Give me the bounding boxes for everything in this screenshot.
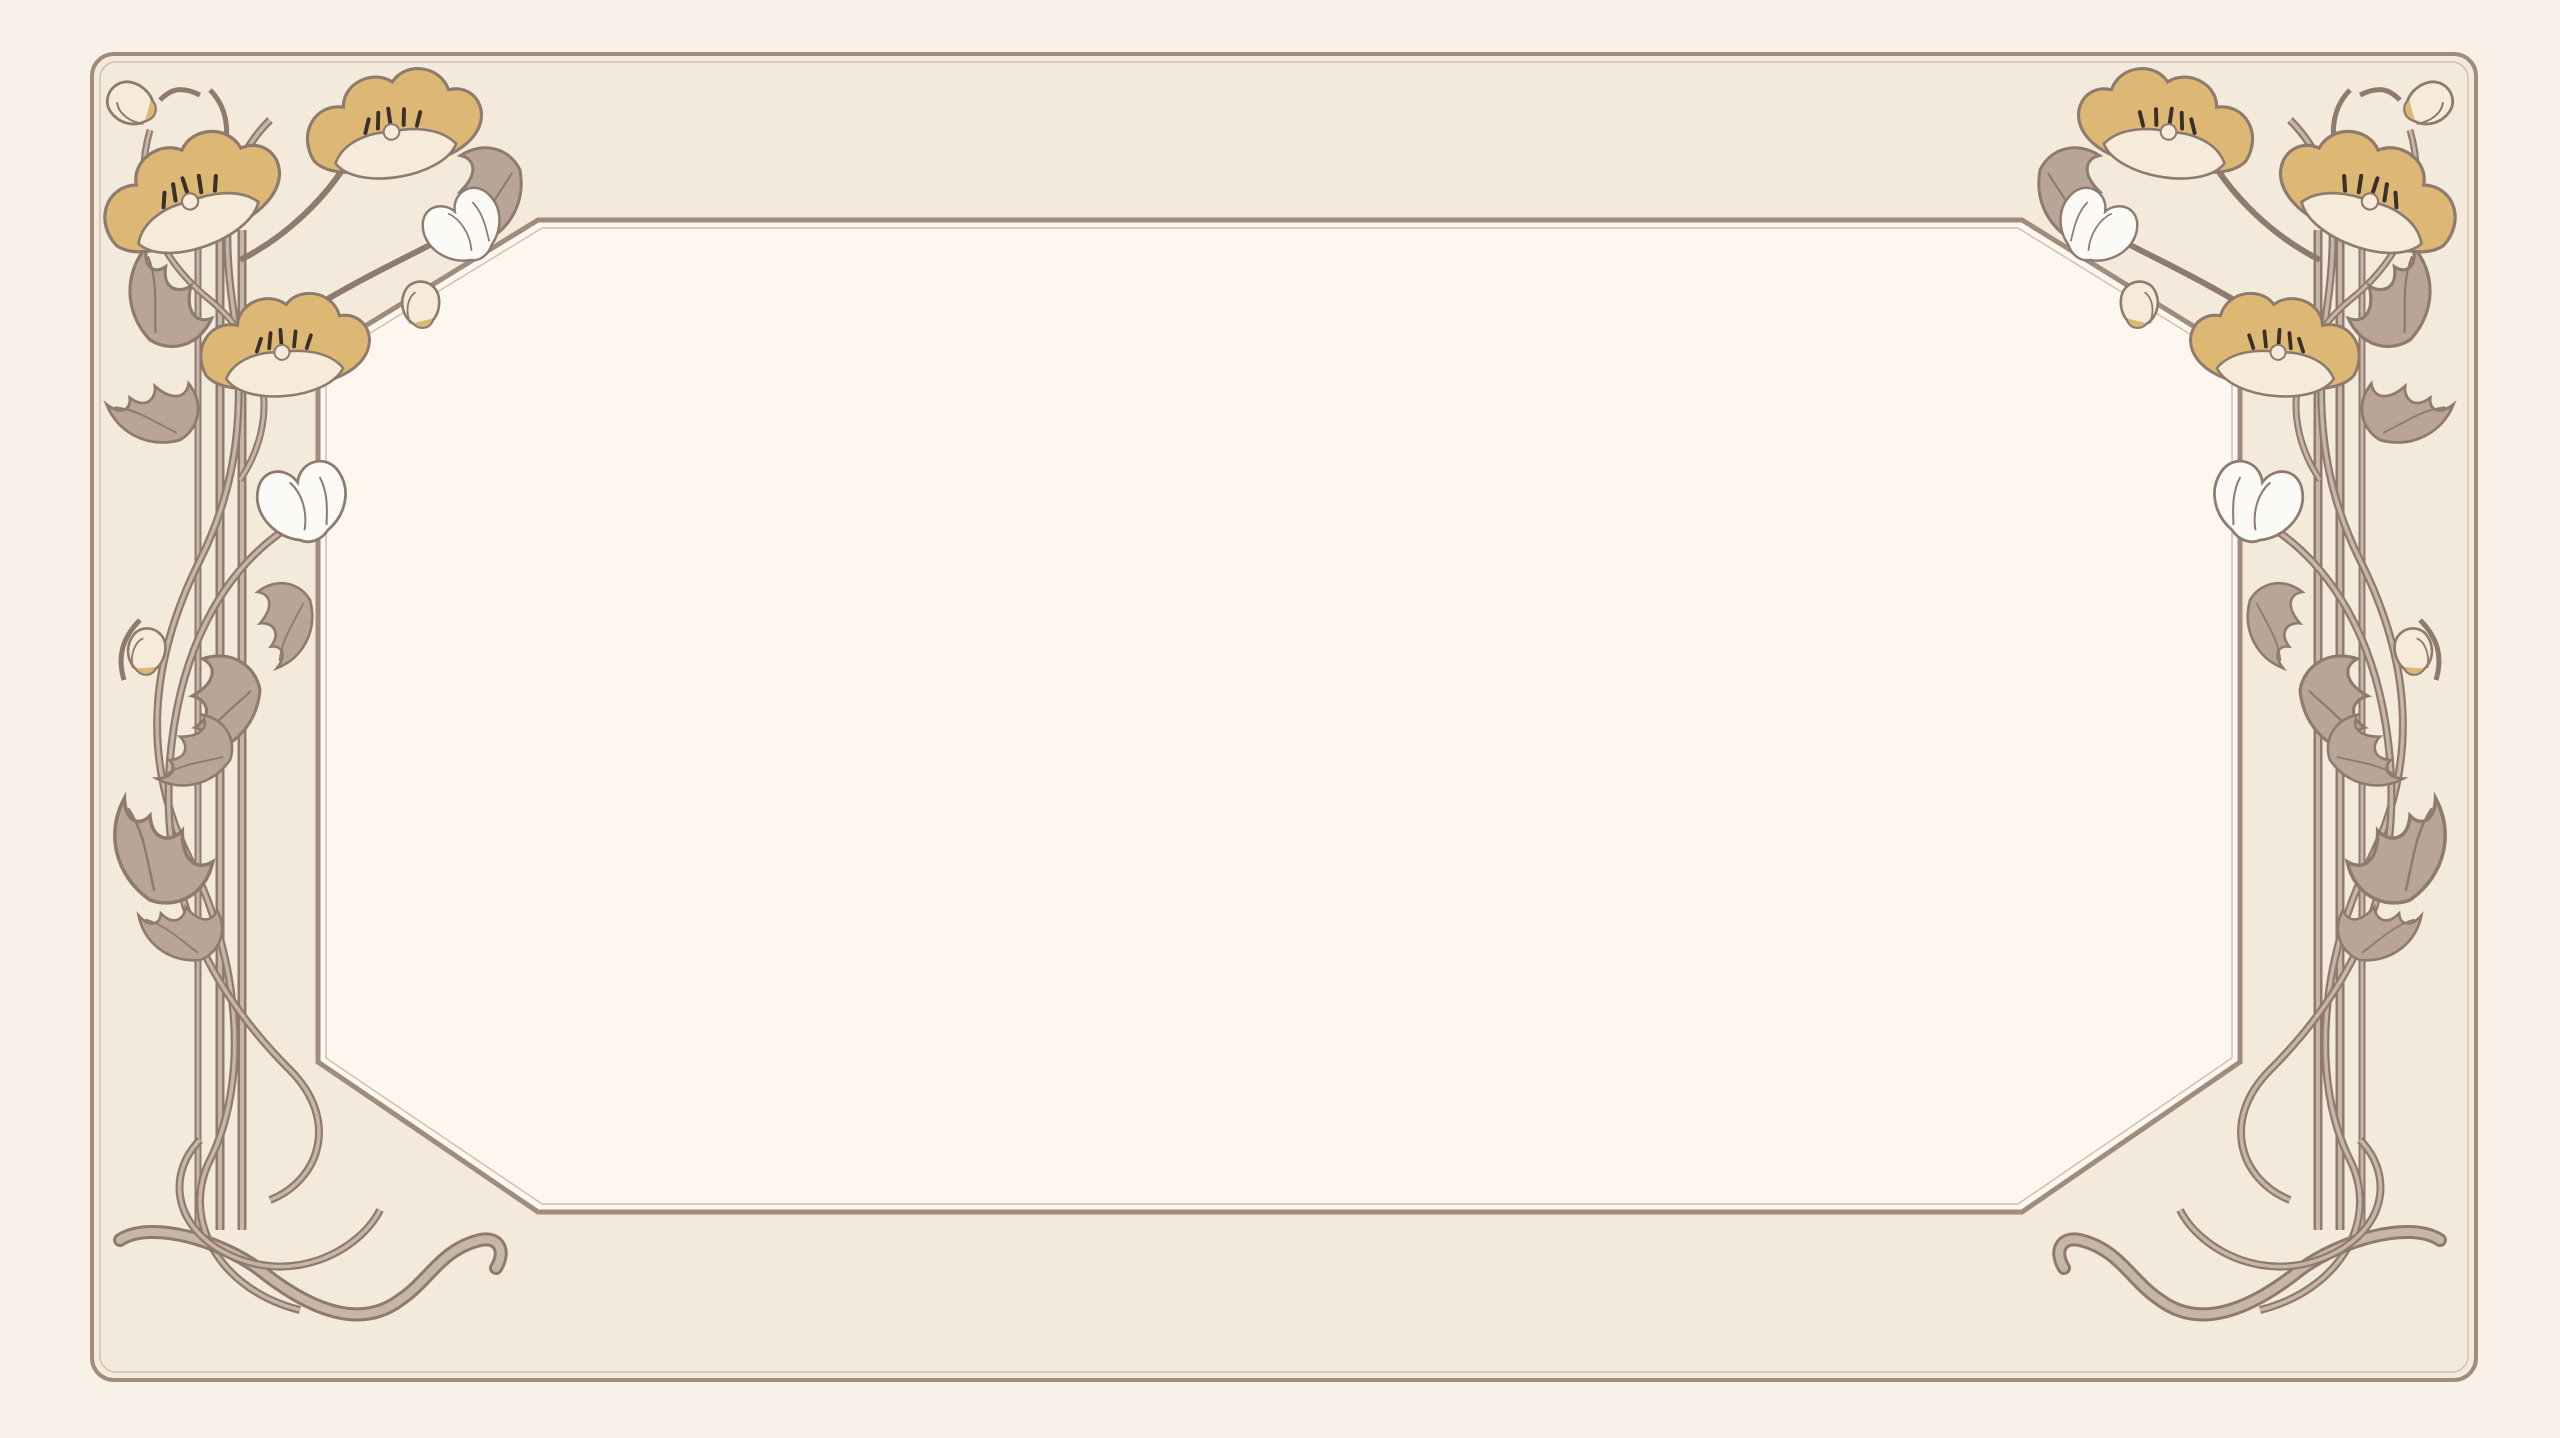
decorative-frame-canvas: [0, 0, 2560, 1438]
art-nouveau-frame-artwork: [0, 0, 2560, 1438]
inner-octagon-panel: [315, 217, 2243, 1215]
